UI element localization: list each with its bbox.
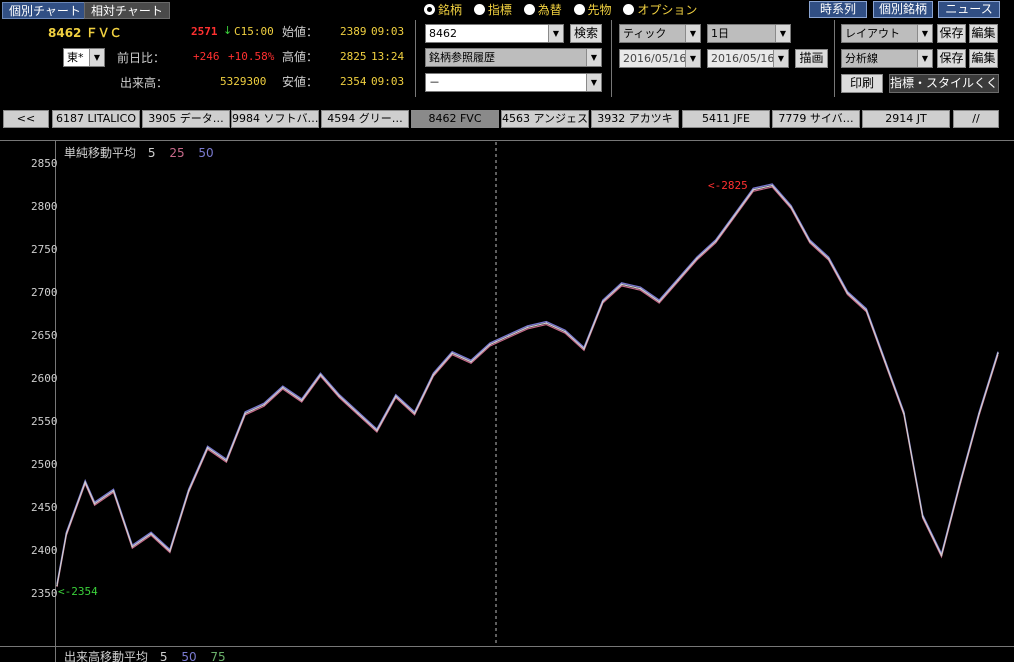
- price-point: [696, 257, 698, 260]
- price-point: [978, 412, 980, 415]
- price-point: [545, 322, 548, 324]
- price-point: [413, 412, 416, 415]
- price-point: [470, 361, 472, 363]
- price-point: [620, 283, 623, 286]
- price-point: [714, 240, 717, 243]
- price-point: [206, 447, 209, 449]
- price-point: [865, 309, 868, 312]
- price-point: [338, 395, 341, 398]
- ma50-line: [56, 183, 999, 585]
- price-point: [300, 399, 303, 402]
- price-line: [56, 184, 999, 586]
- price-point: [790, 206, 792, 208]
- price-point: [639, 287, 642, 290]
- volume-ma-title: 出来高移動平均: [64, 650, 149, 662]
- price-point: [564, 330, 566, 333]
- high-marker: <-2825: [708, 179, 748, 192]
- price-point: [244, 412, 246, 415]
- price-point: [997, 352, 999, 355]
- vma5-label: 5: [159, 650, 168, 662]
- price-point: [884, 361, 886, 363]
- price-point: [84, 481, 86, 484]
- price-point: [771, 184, 773, 187]
- price-point: [112, 490, 115, 492]
- ma25-line: [56, 186, 999, 588]
- price-chart[interactable]: <-2825 <-2354: [0, 0, 1014, 662]
- price-point: [940, 554, 943, 557]
- price-point: [602, 300, 604, 303]
- price-point: [65, 533, 68, 535]
- price-point: [959, 481, 962, 484]
- price-point: [319, 373, 322, 376]
- price-point: [93, 502, 96, 505]
- price-point: [583, 348, 585, 350]
- price-point: [376, 429, 378, 432]
- price-point: [150, 533, 152, 535]
- price-point: [187, 490, 190, 492]
- price-point: [169, 550, 171, 552]
- price-point: [395, 395, 397, 398]
- price-point: [282, 386, 284, 389]
- volume-ma-legend: 出来高移動平均 5 50 75: [64, 648, 226, 662]
- price-series: [56, 183, 999, 588]
- price-point: [451, 352, 454, 355]
- vma50-label: 50: [181, 650, 197, 662]
- price-point: [658, 300, 660, 303]
- price-point: [809, 240, 811, 243]
- price-point: [733, 214, 736, 217]
- price-point: [489, 343, 491, 346]
- price-point: [131, 545, 134, 548]
- volume-pane-border: [0, 646, 1014, 647]
- price-point: [921, 515, 924, 518]
- price-point: [526, 326, 529, 329]
- price-point: [432, 373, 435, 376]
- price-point: [225, 459, 228, 462]
- price-point: [677, 279, 679, 281]
- low-marker: <-2354: [58, 585, 98, 598]
- price-point: [903, 412, 905, 415]
- price-point: [846, 292, 849, 294]
- price-point: [827, 257, 830, 260]
- vma75-label: 75: [210, 650, 226, 662]
- price-point: [507, 335, 510, 337]
- price-point: [263, 404, 265, 406]
- price-point: [752, 189, 755, 191]
- price-point: [357, 412, 359, 415]
